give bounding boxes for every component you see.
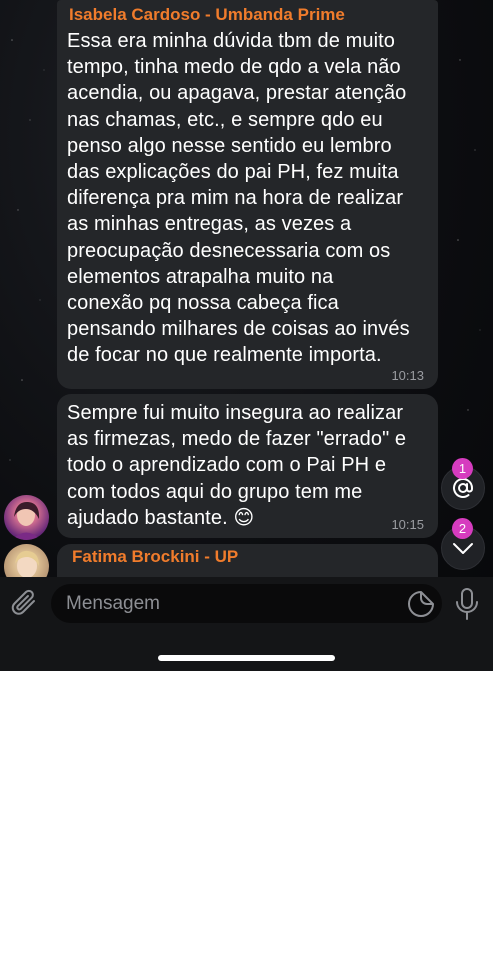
message-bubble[interactable]: Isabela Cardoso - Umbanda Prime Essa era… <box>57 0 438 389</box>
message-placeholder[interactable]: Mensagem <box>66 593 160 615</box>
sender-name[interactable]: Fatima Brockini - UP <box>72 548 428 566</box>
home-indicator <box>158 655 335 661</box>
avatar-image <box>12 501 41 540</box>
unread-badge: 2 <box>452 518 473 539</box>
message-text: Sempre fui muito insegura ao realizar as… <box>67 402 407 529</box>
chevron-down-icon <box>453 543 473 554</box>
at-sign-icon <box>453 477 473 498</box>
message-time: 10:15 <box>391 517 424 532</box>
chat-screen: Isabela Cardoso - Umbanda Prime Essa era… <box>0 0 493 671</box>
paperclip-icon[interactable] <box>10 588 40 620</box>
avatar[interactable] <box>4 495 49 540</box>
sender-name[interactable]: Isabela Cardoso - Umbanda Prime <box>69 6 428 24</box>
message-time: 10:13 <box>391 368 424 383</box>
message-text: Essa era minha dúvida tbm de muito tempo… <box>67 30 410 367</box>
message-bubble[interactable]: Sempre fui muito insegura ao realizar as… <box>57 394 438 538</box>
microphone-icon[interactable] <box>452 587 482 621</box>
mentions-badge: 1 <box>452 458 473 479</box>
sticker-icon[interactable] <box>407 590 435 618</box>
